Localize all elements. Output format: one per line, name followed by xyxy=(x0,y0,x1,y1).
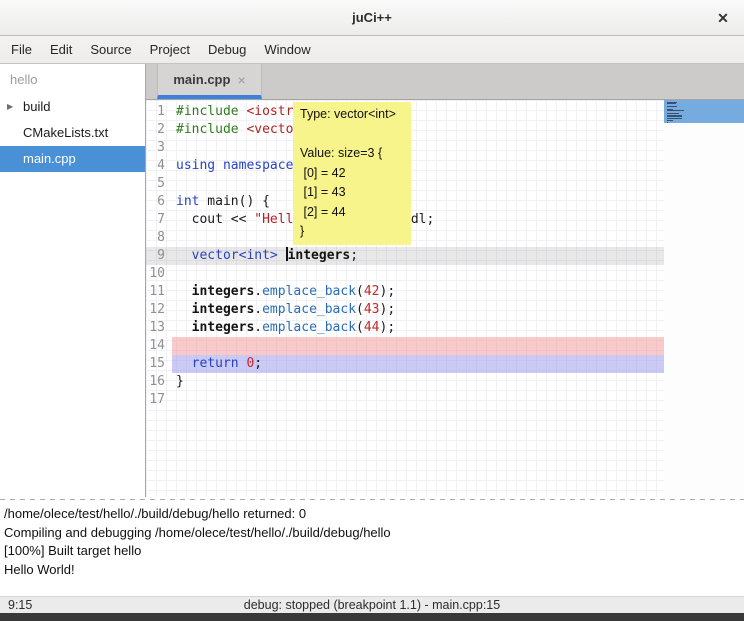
debug-value-tooltip: Type: vector<int> Value: size=3 { [0] = … xyxy=(293,102,411,245)
code-line-16[interactable]: 16} xyxy=(146,373,664,391)
code-text: using namespace std; xyxy=(172,157,664,175)
minimap-line xyxy=(667,106,677,107)
code-text: integers.emplace_back(43); xyxy=(172,301,664,319)
menubar: FileEditSourceProjectDebugWindow xyxy=(0,36,744,64)
editor-column: main.cpp × 1#include <iostream>2#include… xyxy=(146,64,744,497)
app-window: juCi++ ✕ FileEditSourceProjectDebugWindo… xyxy=(0,0,744,621)
code-line-10[interactable]: 10 xyxy=(146,265,664,283)
minimap[interactable] xyxy=(664,100,744,497)
code-text: integers.emplace_back(42); xyxy=(172,283,664,301)
line-number[interactable]: 1 xyxy=(146,103,172,121)
file-tree: ▶ build CMakeLists.txt main.cpp xyxy=(0,94,145,172)
menu-item-file[interactable]: File xyxy=(2,38,41,61)
line-number[interactable]: 13 xyxy=(146,319,172,337)
code-text xyxy=(172,139,664,157)
line-number[interactable]: 16 xyxy=(146,373,172,391)
window-titlebar: juCi++ ✕ xyxy=(0,0,744,36)
tab-main-cpp[interactable]: main.cpp × xyxy=(157,64,262,99)
code-text xyxy=(172,175,664,193)
line-number[interactable]: 6 xyxy=(146,193,172,211)
tooltip-line: } xyxy=(300,222,404,242)
tooltip-line: Value: size=3 { xyxy=(300,144,404,164)
line-number[interactable]: 9 xyxy=(146,247,172,265)
code-text: vector<int> integers; xyxy=(172,247,664,265)
tree-item-build[interactable]: ▶ build xyxy=(0,94,145,120)
line-number[interactable]: 4 xyxy=(146,157,172,175)
line-number[interactable]: 5 xyxy=(146,175,172,193)
line-number[interactable]: 17 xyxy=(146,391,172,409)
tab-label: main.cpp xyxy=(173,72,230,87)
tree-item-label: CMakeLists.txt xyxy=(23,125,108,140)
menu-item-project[interactable]: Project xyxy=(141,38,199,61)
code-line-9[interactable]: 9 vector<int> integers; xyxy=(146,247,664,265)
window-bottom-edge xyxy=(0,613,744,621)
code-text xyxy=(172,265,664,283)
terminal-output[interactable]: /home/olece/test/hello/./build/debug/hel… xyxy=(0,502,744,596)
code-text: #include <vector> xyxy=(172,121,664,139)
line-number[interactable]: 3 xyxy=(146,139,172,157)
close-button[interactable]: ✕ xyxy=(712,7,734,29)
tree-item-cmakelists-txt[interactable]: CMakeLists.txt xyxy=(0,120,145,146)
line-number[interactable]: 10 xyxy=(146,265,172,283)
terminal-line: Hello World! xyxy=(4,561,740,580)
close-icon: ✕ xyxy=(717,10,729,27)
menu-item-source[interactable]: Source xyxy=(81,38,140,61)
minimap-line xyxy=(667,110,684,111)
minimap-lines xyxy=(667,102,684,124)
tree-item-label: main.cpp xyxy=(23,151,76,166)
code-text: cout << "Hello World!" << endl; xyxy=(172,211,664,229)
tooltip-line: [0] = 42 xyxy=(300,164,404,184)
code-line-14[interactable]: 14 xyxy=(146,337,664,355)
code-text: #include <iostream> xyxy=(172,103,664,121)
code-line-15[interactable]: 15 return 0; xyxy=(146,355,664,373)
editor-wrap: 1#include <iostream>2#include <vector>34… xyxy=(146,100,744,497)
menu-item-edit[interactable]: Edit xyxy=(41,38,81,61)
line-number[interactable]: 11 xyxy=(146,283,172,301)
code-line-17[interactable]: 17 xyxy=(146,391,664,409)
tooltip-line: [2] = 44 xyxy=(300,203,404,223)
project-name: hello xyxy=(0,68,145,94)
window-title: juCi++ xyxy=(352,10,392,25)
file-tree-sidebar: hello ▶ build CMakeLists.txt main.cpp xyxy=(0,64,146,497)
code-line-11[interactable]: 11 integers.emplace_back(42); xyxy=(146,283,664,301)
terminal-line: /home/olece/test/hello/./build/debug/hel… xyxy=(4,505,740,524)
code-text: int main() { xyxy=(172,193,664,211)
line-number[interactable]: 7 xyxy=(146,211,172,229)
tab-bar: main.cpp × xyxy=(146,64,744,100)
menu-item-debug[interactable]: Debug xyxy=(199,38,255,61)
code-text: integers.emplace_back(44); xyxy=(172,319,664,337)
statusbar-debug-status: debug: stopped (breakpoint 1.1) - main.c… xyxy=(0,598,744,612)
tab-close-icon[interactable]: × xyxy=(237,73,245,87)
tooltip-line xyxy=(300,125,404,145)
terminal-line: Compiling and debugging /home/olece/test… xyxy=(4,524,740,543)
code-text xyxy=(172,337,664,355)
terminal-line: [100%] Built target hello xyxy=(4,542,740,561)
tooltip-line: Type: vector<int> xyxy=(300,105,404,125)
tree-item-main-cpp[interactable]: main.cpp xyxy=(0,146,145,172)
code-text xyxy=(172,391,664,409)
minimap-line xyxy=(667,118,682,119)
minimap-line xyxy=(667,103,676,104)
expander-icon[interactable]: ▶ xyxy=(7,94,13,120)
line-number[interactable]: 8 xyxy=(146,229,172,247)
code-text: } xyxy=(172,373,664,391)
minimap-line xyxy=(667,120,673,121)
code-text xyxy=(172,229,664,247)
code-text: return 0; xyxy=(172,355,664,373)
tree-item-label: build xyxy=(23,99,50,114)
code-line-12[interactable]: 12 integers.emplace_back(43); xyxy=(146,301,664,319)
code-line-13[interactable]: 13 integers.emplace_back(44); xyxy=(146,319,664,337)
main-area: hello ▶ build CMakeLists.txt main.cpp main.… xyxy=(0,64,744,497)
line-number[interactable]: 14 xyxy=(146,337,172,355)
menu-item-window[interactable]: Window xyxy=(255,38,319,61)
line-number[interactable]: 15 xyxy=(146,355,172,373)
statusbar: 9:15 debug: stopped (breakpoint 1.1) - m… xyxy=(0,596,744,613)
minimap-line xyxy=(667,113,679,114)
tooltip-line: [1] = 43 xyxy=(300,183,404,203)
line-number[interactable]: 2 xyxy=(146,121,172,139)
line-number[interactable]: 12 xyxy=(146,301,172,319)
minimap-line xyxy=(667,122,668,123)
